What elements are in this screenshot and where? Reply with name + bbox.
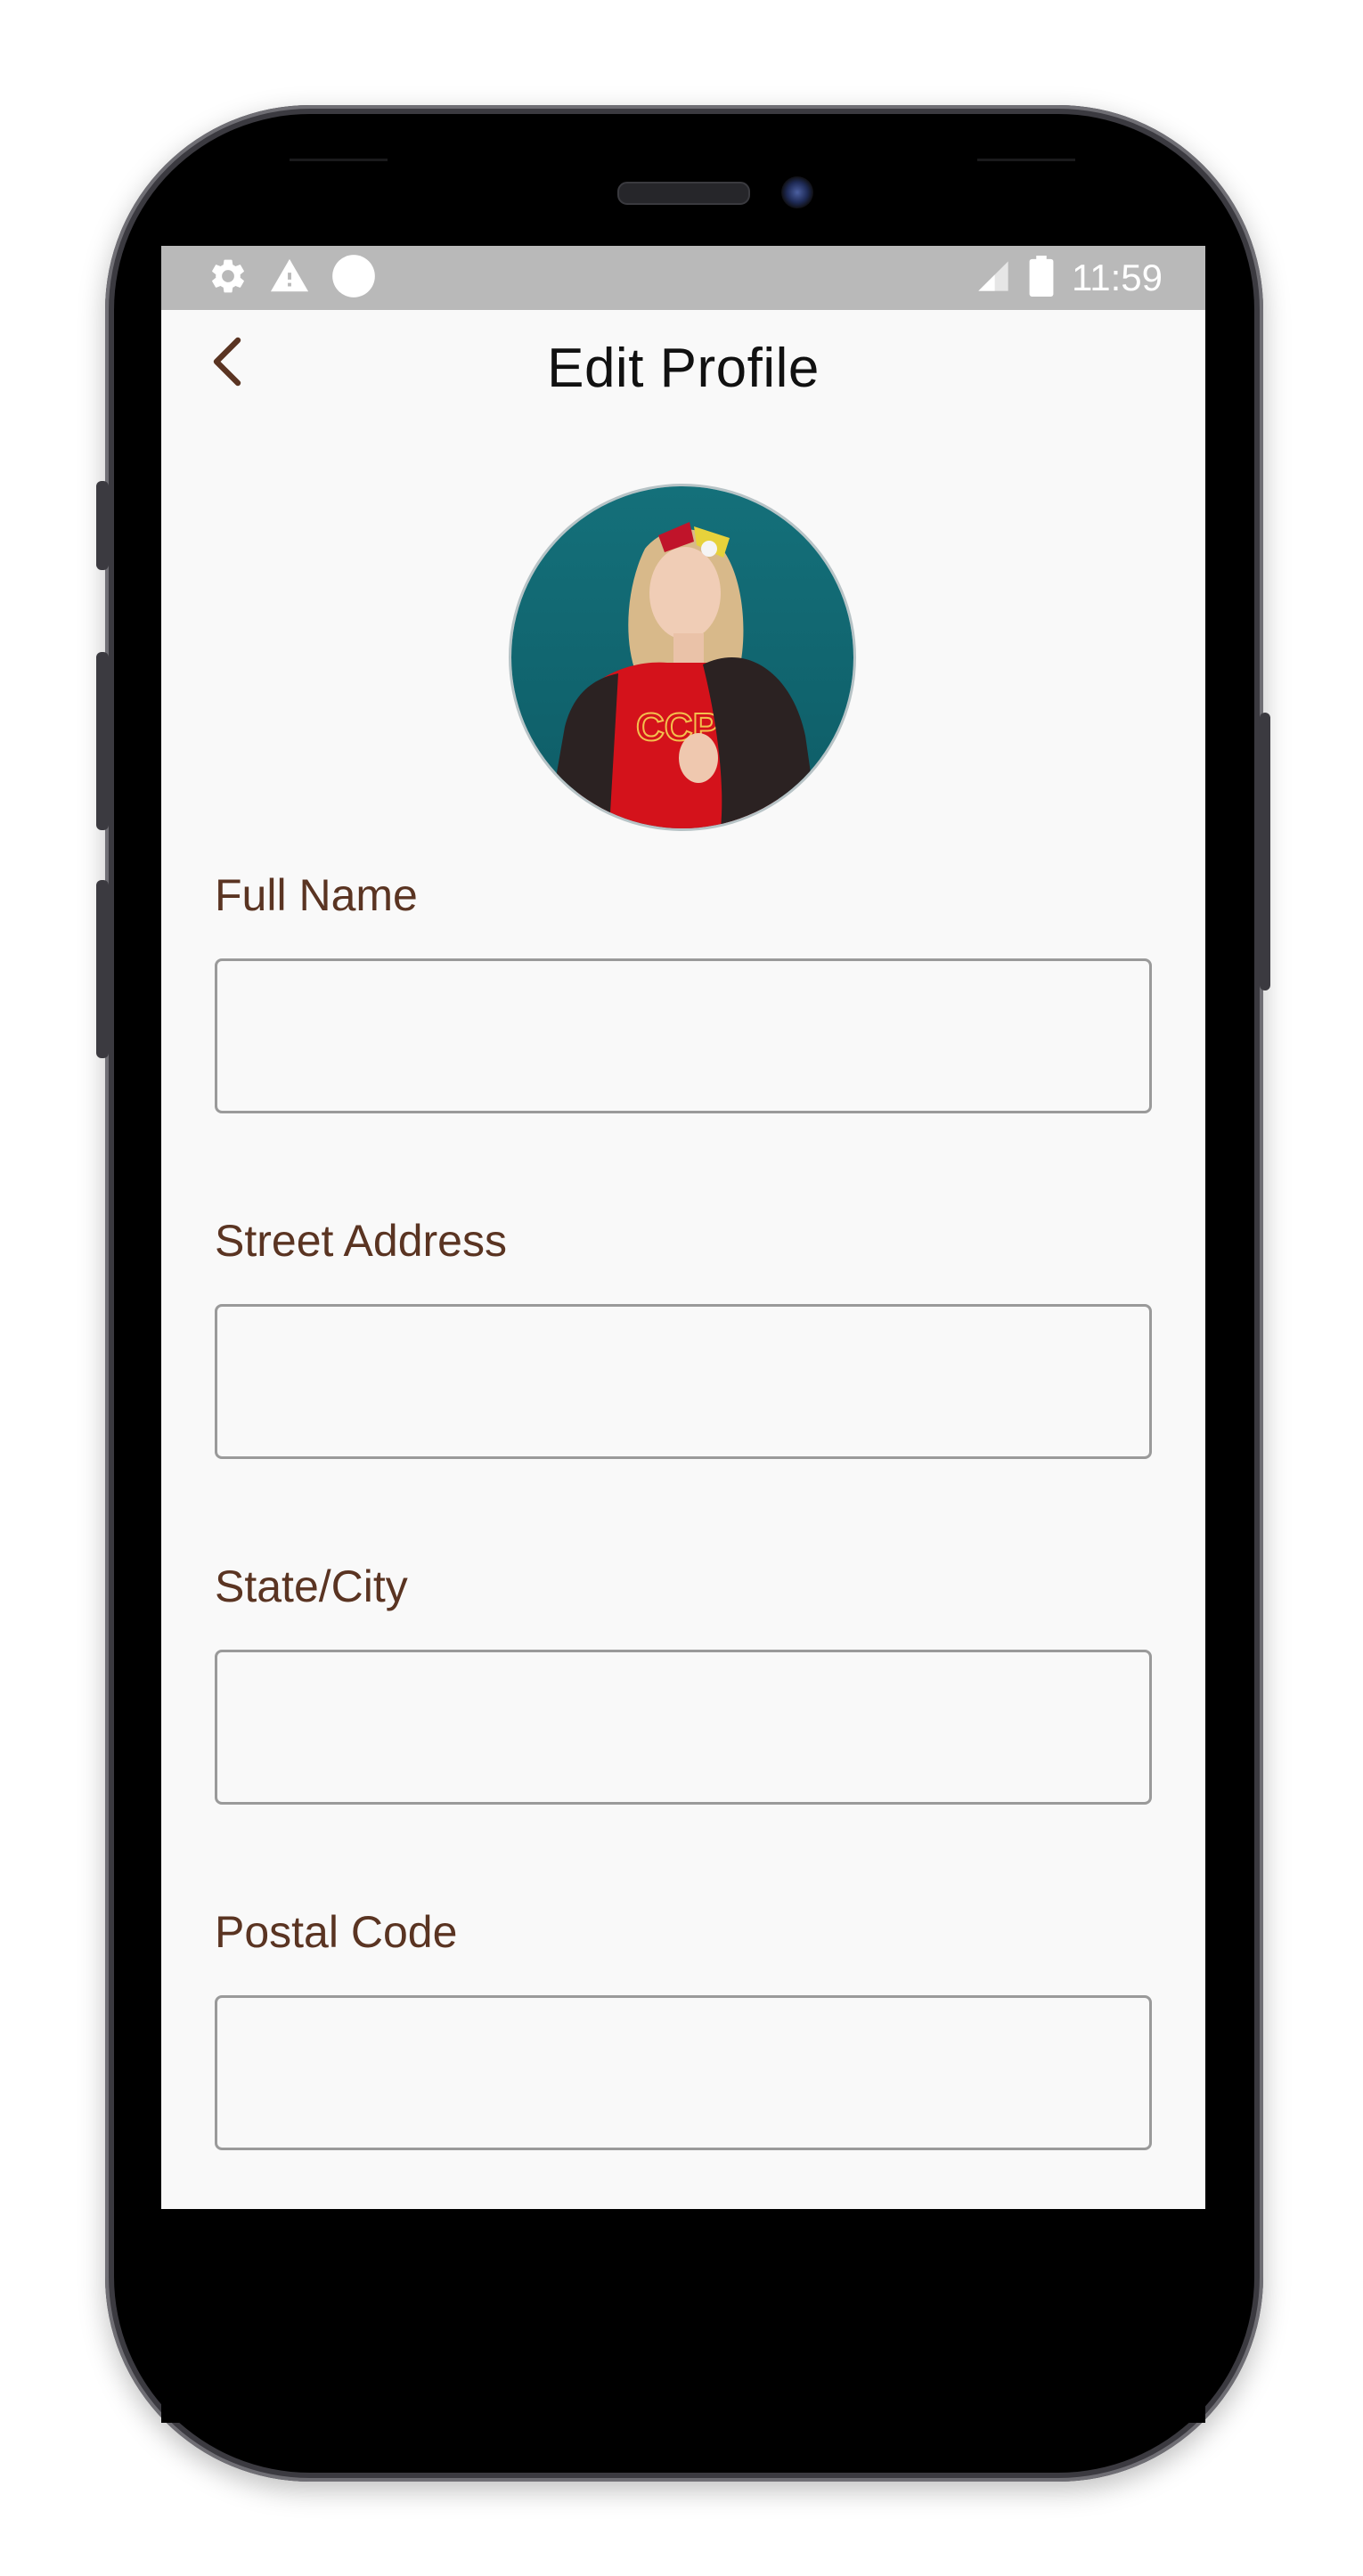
state-city-input[interactable] [215,1650,1152,1805]
gear-icon [208,256,249,301]
phone-top-line-left [290,159,388,161]
warning-icon [268,256,311,301]
full-name-label: Full Name [215,870,418,920]
front-camera [781,176,813,208]
phone-top-line-right [977,159,1075,161]
phone-volume-up-button [96,652,109,830]
street-address-input[interactable] [215,1304,1152,1459]
field-state-city: State/City [215,1561,1152,1906]
postal-code-input[interactable] [215,1995,1152,2150]
signal-icon [975,258,1011,298]
state-city-label: State/City [215,1561,408,1611]
full-name-input[interactable] [215,958,1152,1113]
avatar-image: CCP [511,486,853,828]
phone-volume-down-button [96,880,109,1058]
navigation-area [161,2209,1205,2423]
app-header: Edit Profile [161,310,1205,452]
profile-form: Full Name Street Address State/City Post… [215,869,1152,2209]
earpiece-speaker [617,182,750,205]
battery-icon [1029,255,1054,301]
field-postal-code: Postal Code [215,1906,1152,2209]
status-left-icons [208,254,377,301]
postal-code-label: Postal Code [215,1907,458,1957]
status-bar: 11:59 [161,246,1205,310]
street-address-label: Street Address [215,1216,507,1266]
circle-icon [331,253,377,304]
status-time: 11:59 [1072,257,1163,298]
avatar[interactable]: CCP [511,486,853,828]
status-right-icons: 11:59 [975,255,1163,301]
phone-power-button [1260,713,1270,990]
app-screen: 11:59 Edit Profile CCP Full Name Street … [161,246,1205,2209]
field-full-name: Full Name [215,869,1152,1215]
phone-side-button [96,481,109,570]
page-title: Edit Profile [547,338,820,399]
field-street-address: Street Address [215,1215,1152,1561]
